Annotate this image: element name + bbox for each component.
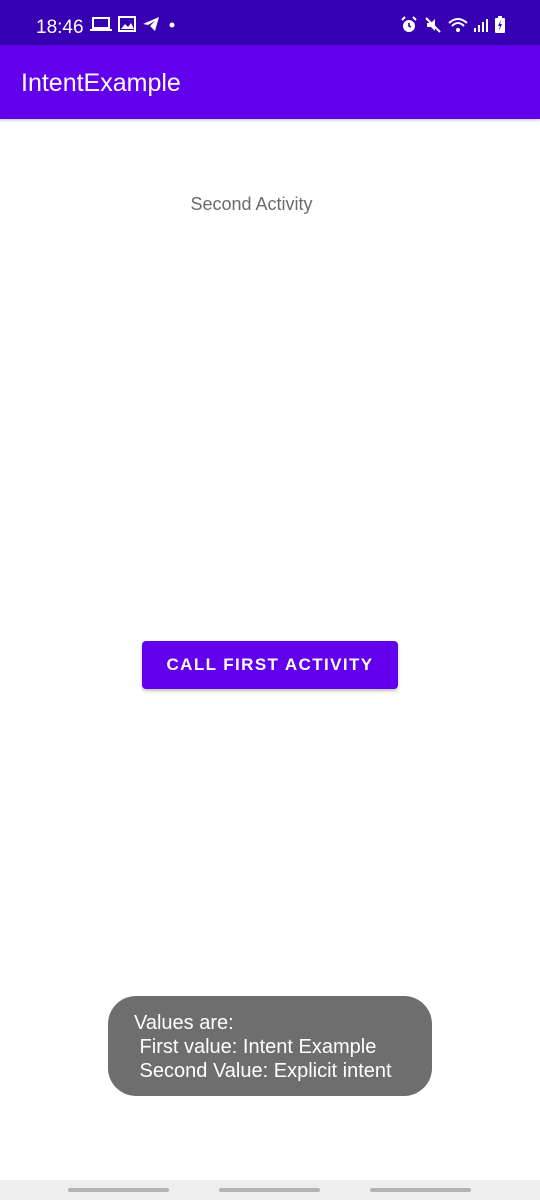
wifi-icon (448, 17, 468, 33)
status-left-icons (90, 16, 178, 32)
telegram-icon (142, 16, 160, 32)
toast-line-3: Second Value: Explicit intent (134, 1060, 392, 1082)
dot-icon (166, 16, 178, 32)
mute-icon (424, 16, 442, 34)
screen: 18:46 IntentExample Second Activity CALL… (0, 0, 540, 1200)
toast-message: Values are: First value: Intent Example … (108, 996, 432, 1096)
status-bar: 18:46 (0, 0, 540, 45)
call-first-activity-button[interactable]: CALL FIRST ACTIVITY (142, 641, 398, 689)
signal-icon (474, 17, 488, 33)
recent-apps-handle[interactable] (68, 1188, 169, 1192)
status-time: 18:46 (36, 17, 84, 38)
toast-line-2: First value: Intent Example (134, 1036, 377, 1058)
laptop-icon (90, 16, 112, 32)
app-bar: IntentExample (0, 45, 540, 119)
back-handle[interactable] (370, 1188, 471, 1192)
toast-line-1: Values are: (134, 1012, 234, 1034)
battery-icon (494, 16, 506, 34)
navigation-bar (0, 1180, 540, 1200)
activity-label: Second Activity (190, 194, 313, 214)
status-right-icons (400, 16, 506, 34)
home-handle[interactable] (219, 1188, 320, 1192)
alarm-icon (400, 16, 418, 34)
app-title: IntentExample (21, 69, 181, 97)
image-icon (118, 16, 136, 32)
